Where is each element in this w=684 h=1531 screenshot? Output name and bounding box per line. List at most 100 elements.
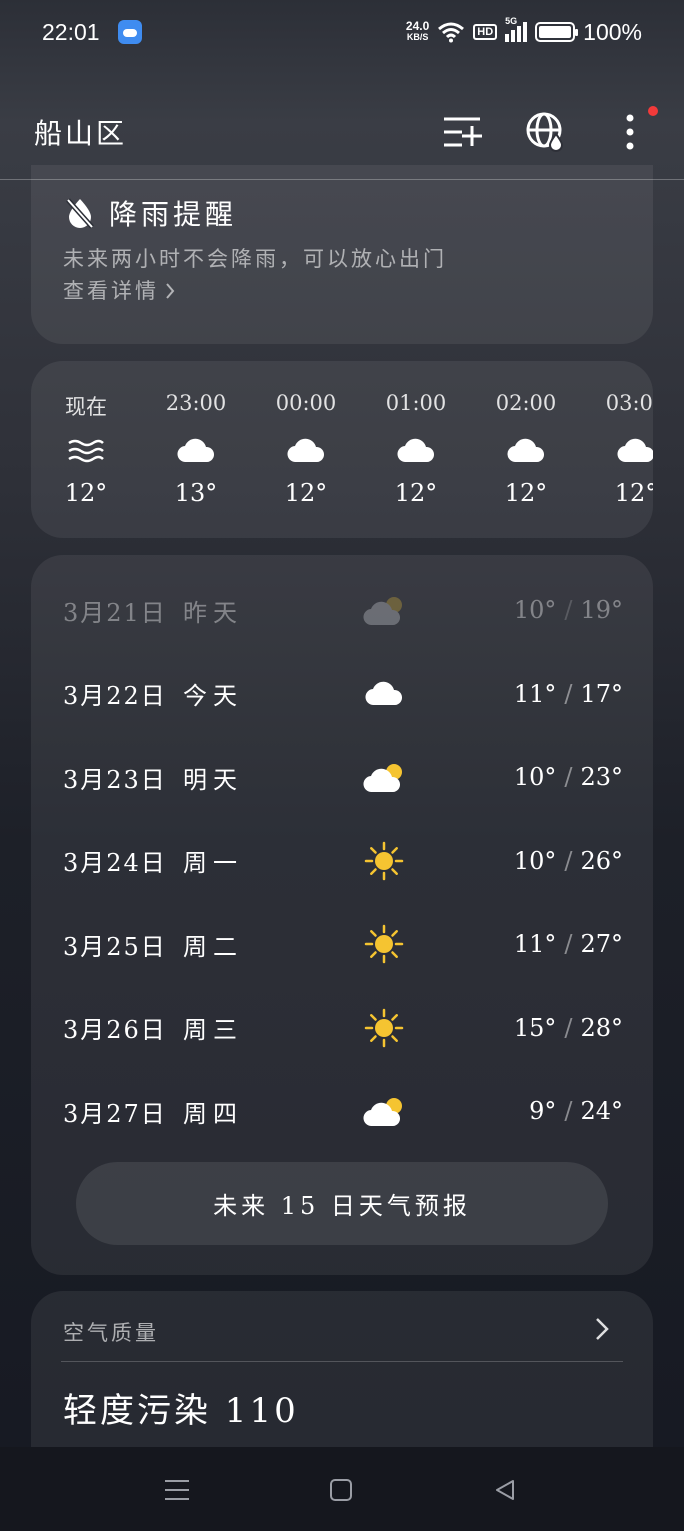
day-low: 10° — [513, 763, 557, 791]
sun-icon — [361, 841, 407, 881]
back-triangle-icon — [496, 1480, 514, 1500]
hour-temp: 12° — [394, 479, 438, 507]
hourly-item: 01:00 12° — [361, 391, 471, 507]
more-menu-button[interactable] — [610, 105, 658, 152]
recent-apps-button[interactable] — [162, 1475, 192, 1505]
day-high: 28° — [580, 1013, 623, 1042]
location-title[interactable]: 船山区 — [34, 112, 127, 152]
hourly-item: 00:00 12° — [251, 391, 361, 507]
rain-details-link[interactable]: 查看详情 — [63, 275, 447, 307]
status-time: 22:01 — [42, 18, 100, 45]
day-high: 24° — [580, 1097, 623, 1125]
back-button[interactable] — [490, 1475, 520, 1505]
hour-time: 02:00 — [495, 391, 557, 415]
more-vertical-icon — [626, 114, 634, 149]
day-name: 昨天 — [183, 598, 243, 627]
manage-cities-button[interactable] — [442, 112, 482, 152]
system-nav-bar — [0, 1447, 684, 1531]
day-low: 9° — [529, 1097, 557, 1125]
hour-temp: 12° — [504, 479, 548, 507]
status-bar: 22:01 24.0 KB/S HD 5G 100% — [0, 0, 684, 64]
hour-temp: 13° — [174, 479, 218, 507]
daily-row[interactable]: 3月24日 周一 10°/26° — [31, 831, 653, 891]
day-temp-range: 10°/19° — [513, 596, 623, 624]
wind-haze-icon — [31, 429, 141, 473]
battery-icon — [535, 22, 579, 42]
daily-row[interactable]: 3月23日 明天 10°/23° — [31, 747, 653, 807]
partly-cloudy-icon — [361, 590, 407, 630]
signal-icon: 5G — [505, 16, 528, 42]
sun-icon — [361, 1008, 407, 1048]
daily-row[interactable]: 3月26日 周三 15°/28° — [31, 998, 653, 1058]
day-low: 10° — [513, 596, 557, 624]
cloud-icon — [251, 429, 361, 473]
air-quality-label: 空气质量 — [63, 1321, 159, 1345]
day-low: 11° — [513, 679, 557, 708]
day-temp-range: 15°/28° — [513, 1013, 623, 1042]
day-date: 3月23日 — [63, 765, 167, 794]
daily-row[interactable]: 3月27日 周四 9°/24° — [31, 1081, 653, 1141]
menu-icon — [165, 1480, 189, 1500]
air-quality-value: 轻度污染 110 — [63, 1391, 299, 1431]
hour-time: 现在 — [65, 395, 107, 419]
day-name: 周四 — [183, 1099, 243, 1128]
chevron-right-icon[interactable] — [595, 1317, 609, 1345]
cloud-icon — [141, 429, 251, 473]
cloud-icon — [361, 674, 407, 714]
hour-time: 01:00 — [385, 391, 447, 415]
no-rain-icon — [66, 198, 94, 229]
day-temp-range: 10°/26° — [513, 846, 623, 875]
day-date: 3月26日 — [63, 1016, 167, 1044]
hd-badge: HD — [473, 24, 498, 40]
hourly-item: 02:00 12° — [471, 391, 581, 507]
notification-dot — [648, 105, 658, 116]
hourly-forecast-card[interactable]: 现在 12° 23:00 13° 00:00 12° 01:00 12° 02:00 12° 03:… — [31, 361, 653, 538]
daily-row[interactable]: 3月21日 昨天 10°/19° — [31, 580, 653, 640]
day-name: 周三 — [183, 1016, 243, 1044]
daily-forecast-card: 3月21日 昨天 10°/19° 3月22日 今天 11°/17° 3月23日 明天 10°/2… — [31, 555, 653, 1275]
day-temp-range: 9°/24° — [529, 1097, 623, 1125]
day-high: 19° — [580, 596, 623, 624]
hour-time: 23:00 — [165, 391, 227, 415]
day-low: 15° — [513, 1013, 557, 1042]
weather-app-icon — [117, 20, 142, 44]
day-date: 3月25日 — [63, 932, 167, 961]
day-high: 27° — [580, 930, 623, 958]
day-high: 26° — [580, 846, 623, 875]
battery-level: 100% — [583, 18, 642, 45]
day-name: 明天 — [183, 765, 243, 794]
network-speed: 24.0 KB/S — [405, 19, 430, 42]
daily-row[interactable]: 3月25日 周二 11°/27° — [31, 914, 653, 974]
day-name: 今天 — [183, 682, 243, 710]
fifteen-day-forecast-button[interactable]: 未来 15 日天气预报 — [76, 1162, 608, 1245]
home-button[interactable] — [326, 1475, 356, 1505]
cloud-icon — [361, 429, 471, 473]
cloud-icon — [581, 429, 653, 473]
day-date: 3月21日 — [63, 598, 167, 627]
rain-alert-title: 降雨提醒 — [109, 198, 238, 231]
partly-cloudy-icon — [361, 1091, 407, 1131]
day-temp-range: 11°/17° — [513, 679, 623, 708]
hourly-item: 23:00 13° — [141, 391, 251, 507]
day-date: 3月24日 — [63, 849, 167, 877]
square-icon — [330, 1479, 352, 1501]
header-actions — [442, 105, 658, 152]
rain-alert-description: 未来两小时不会降雨，可以放心出门 — [63, 247, 447, 271]
hour-temp: 12° — [284, 479, 328, 507]
globe-weather-button[interactable] — [526, 112, 566, 152]
hourly-item: 03:00 12° — [581, 391, 653, 507]
globe-drop-icon — [526, 112, 564, 152]
day-high: 23° — [580, 763, 623, 791]
wifi-icon — [438, 22, 465, 43]
day-date: 3月27日 — [63, 1099, 167, 1128]
chevron-right-icon — [166, 283, 175, 299]
day-high: 17° — [580, 679, 623, 708]
day-low: 11° — [513, 930, 557, 958]
rain-alert-card[interactable]: 降雨提醒 未来两小时不会降雨，可以放心出门 查看详情 — [31, 165, 653, 344]
day-temp-range: 11°/27° — [513, 930, 623, 958]
daily-row[interactable]: 3月22日 今天 11°/17° — [31, 664, 653, 724]
rain-alert-body: 未来两小时不会降雨，可以放心出门 查看详情 — [63, 243, 447, 307]
day-low: 10° — [513, 846, 557, 875]
divider — [61, 1361, 623, 1362]
partly-cloudy-icon — [361, 757, 407, 797]
